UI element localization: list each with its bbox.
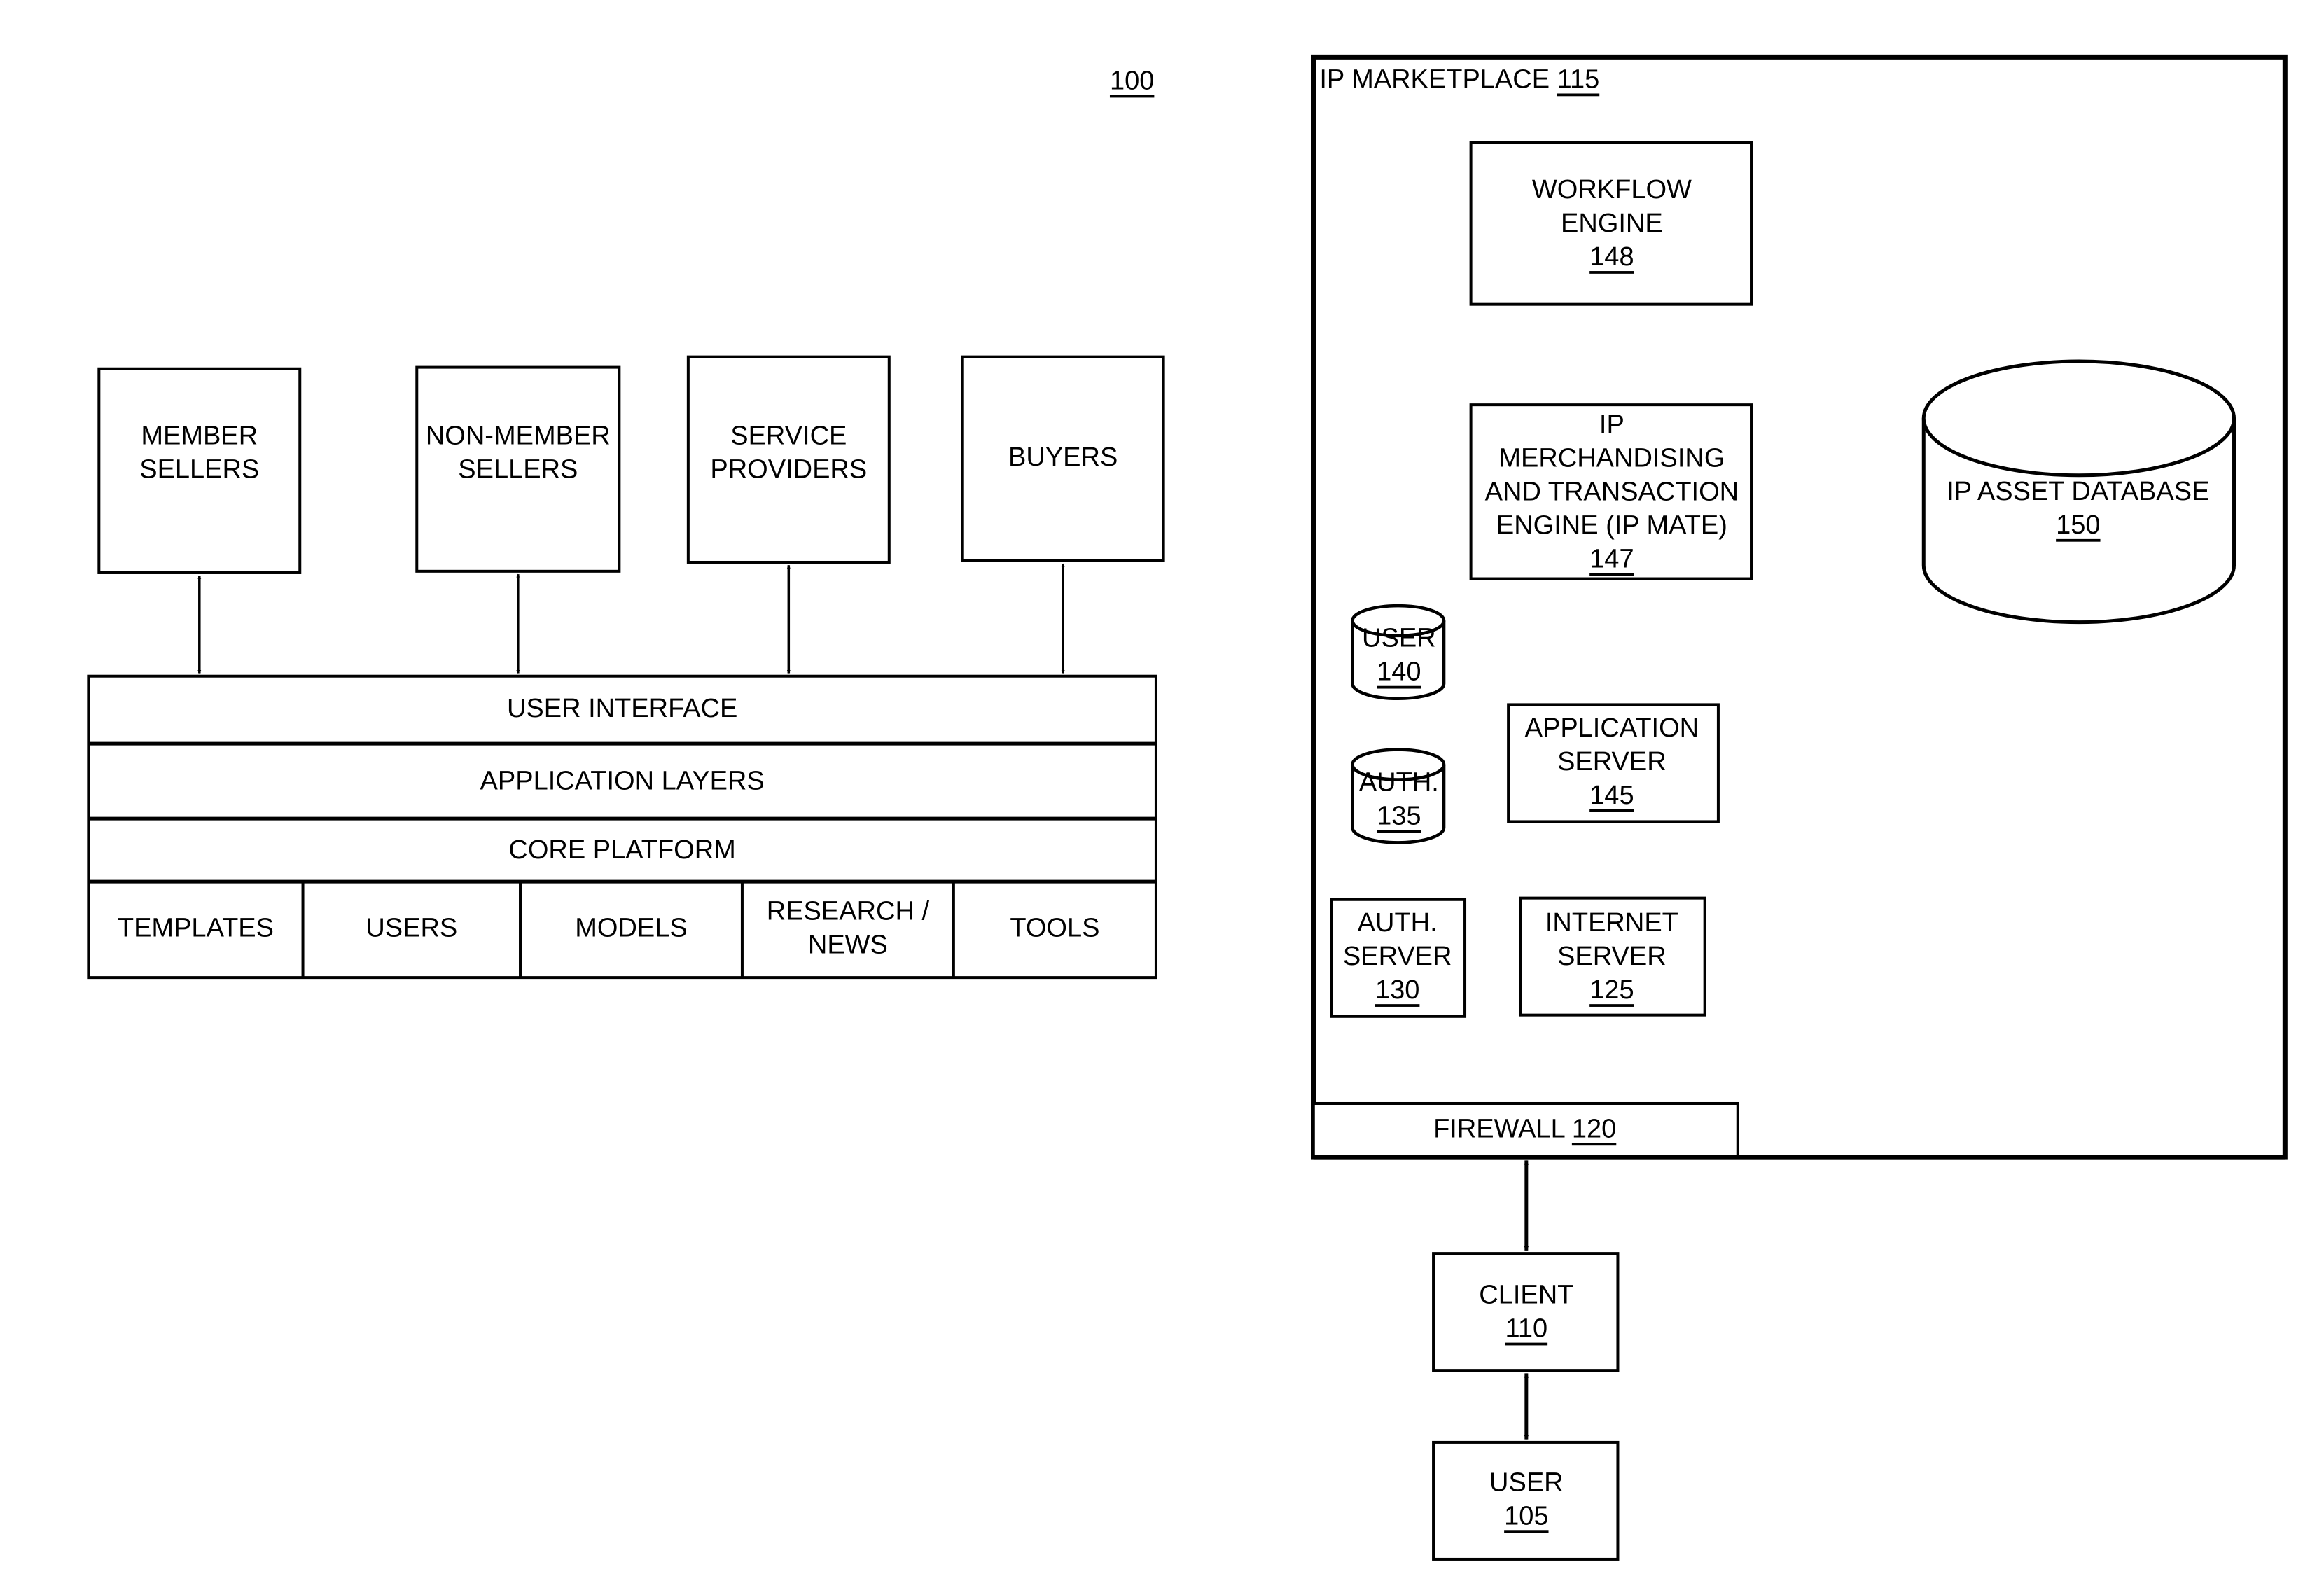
ip-asset-database-label: IP ASSET DATABASE xyxy=(1947,477,2209,506)
workflow-engine-ref-number: 148 xyxy=(1589,242,1634,272)
shapes xyxy=(87,54,2288,1561)
user-ref-number: 105 xyxy=(1504,1501,1548,1531)
module-research-news-label: NEWS xyxy=(808,930,888,959)
actor-non-member-sellers-label: NON-MEMBER xyxy=(426,422,611,451)
system-diagram: 100 MEMBER SELLERS NON-MEMBER SELLERS SERVICE… xyxy=(87,54,2288,1561)
application-server-ref-number: 145 xyxy=(1589,781,1634,810)
internet-server-label: SERVER xyxy=(1557,942,1667,971)
auth-server-label: SERVER xyxy=(1343,942,1452,971)
actor-member-sellers-label: MEMBER xyxy=(141,422,258,451)
auth-server-label: AUTH. xyxy=(1358,908,1438,938)
module-research-news-label: RESEARCH / xyxy=(767,896,930,926)
internet-server-label: INTERNET xyxy=(1545,908,1678,938)
auth-db-label: AUTH. xyxy=(1359,767,1439,797)
client-ref-number: 110 xyxy=(1505,1314,1548,1344)
user-db-ref-number: 140 xyxy=(1377,657,1421,687)
user-label: USER xyxy=(1489,1468,1564,1497)
auth-db-ref-number: 135 xyxy=(1377,801,1421,830)
user-interface-layer: USER INTERFACE xyxy=(507,694,737,723)
actor-service-providers-label: PROVIDERS xyxy=(710,455,867,485)
module-tools-label: TOOLS xyxy=(1010,913,1099,942)
ip-mate-label: MERCHANDISING xyxy=(1498,443,1725,473)
actor-non-member-sellers-label: SELLERS xyxy=(458,455,578,485)
application-server-label: SERVER xyxy=(1557,747,1667,776)
workflow-engine-label: WORKFLOW xyxy=(1532,175,1692,204)
core-platform-layer: CORE PLATFORM xyxy=(508,835,735,865)
ip-asset-database-ref-number: 150 xyxy=(2056,510,2100,540)
auth-server-ref-number: 130 xyxy=(1375,975,1419,1005)
client-box xyxy=(1432,1252,1620,1372)
actor-buyers-label: BUYERS xyxy=(1008,443,1118,472)
module-users-label: USERS xyxy=(366,913,457,942)
ip-marketplace-title-text: IP MARKETPLACE xyxy=(1319,64,1550,94)
application-server-label: APPLICATION xyxy=(1525,713,1699,743)
module-templates-label: TEMPLATES xyxy=(118,913,274,942)
ip-marketplace-ref-number: 115 xyxy=(1557,64,1600,94)
actor-service-providers-label: SERVICE xyxy=(730,422,847,451)
ip-mate-label: IP xyxy=(1599,410,1624,439)
ip-mate-ref-number: 147 xyxy=(1589,544,1634,573)
ip-marketplace-title: IP MARKETPLACE 115 xyxy=(1319,64,1599,94)
internet-server-ref-number: 125 xyxy=(1589,975,1634,1005)
ip-mate-label: ENGINE (IP MATE) xyxy=(1496,510,1727,540)
module-models-label: MODELS xyxy=(575,913,687,942)
firewall-label: FIREWALL 120 xyxy=(1433,1114,1616,1143)
application-layers: APPLICATION LAYERS xyxy=(480,767,765,796)
client-label: CLIENT xyxy=(1479,1281,1573,1310)
user-db-label: USER xyxy=(1362,624,1436,653)
firewall-label-text: FIREWALL xyxy=(1433,1114,1564,1143)
ip-mate-label: AND TRANSACTION xyxy=(1485,477,1739,506)
workflow-engine-label: ENGINE xyxy=(1561,209,1663,238)
figure-ref-number: 100 xyxy=(1110,67,1154,96)
actor-member-sellers-label: SELLERS xyxy=(139,455,259,485)
firewall-ref-number: 120 xyxy=(1572,1114,1616,1143)
